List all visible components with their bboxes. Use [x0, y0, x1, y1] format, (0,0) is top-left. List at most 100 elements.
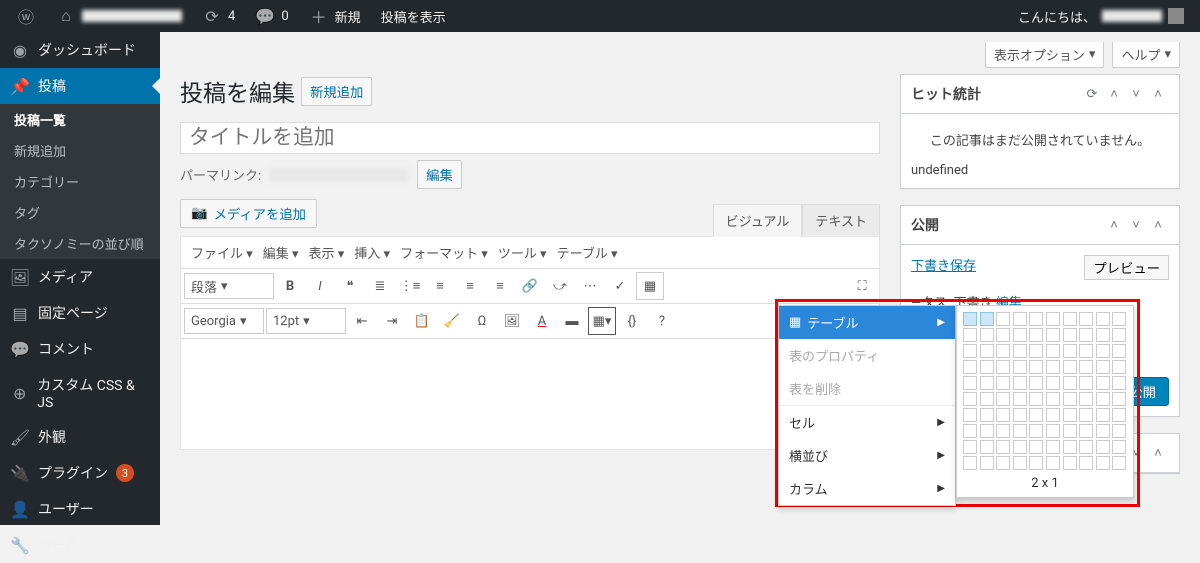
- sidebar-tags[interactable]: タグ: [0, 197, 160, 228]
- grid-cell[interactable]: [1046, 344, 1060, 358]
- grid-cell[interactable]: [1013, 328, 1027, 342]
- grid-cell[interactable]: [1046, 328, 1060, 342]
- grid-cell[interactable]: [1096, 440, 1110, 454]
- grid-cell[interactable]: [963, 392, 977, 406]
- grid-cell[interactable]: [1029, 440, 1043, 454]
- sidebar-comments[interactable]: 💬コメント: [0, 331, 160, 367]
- grid-cell[interactable]: [1079, 376, 1093, 390]
- menu-format[interactable]: フォーマット ▾: [396, 241, 492, 264]
- help-toggle[interactable]: ヘルプ▾: [1112, 42, 1180, 68]
- grid-cell[interactable]: [1063, 376, 1077, 390]
- grid-cell[interactable]: [1013, 424, 1027, 438]
- clear-format-button[interactable]: 🧹: [438, 307, 466, 335]
- sidebar-tools[interactable]: 🔧ツール: [0, 527, 160, 563]
- grid-cell[interactable]: [1079, 312, 1093, 326]
- grid-cell[interactable]: [1029, 392, 1043, 406]
- move-up-icon[interactable]: ˄: [1103, 214, 1125, 236]
- grid-cell[interactable]: [1063, 312, 1077, 326]
- sidebar-users[interactable]: 👤ユーザー: [0, 491, 160, 527]
- format-select[interactable]: 段落▾: [184, 273, 274, 299]
- add-media-button[interactable]: 📷メディアを追加: [180, 199, 317, 228]
- grid-cell[interactable]: [980, 456, 994, 470]
- grid-cell[interactable]: [1046, 360, 1060, 374]
- grid-cell[interactable]: [1063, 344, 1077, 358]
- menu-edit[interactable]: 編集 ▾: [259, 241, 303, 264]
- outdent-button[interactable]: ⇤: [348, 307, 376, 335]
- menu-table[interactable]: テーブル ▾: [553, 241, 622, 264]
- grid-cell[interactable]: [1079, 328, 1093, 342]
- grid-cell[interactable]: [1079, 408, 1093, 422]
- font-family-select[interactable]: Georgia▾: [184, 308, 264, 334]
- submenu-column[interactable]: カラム▶: [779, 472, 955, 505]
- grid-cell[interactable]: [1112, 344, 1126, 358]
- grid-cell[interactable]: [996, 424, 1010, 438]
- grid-cell[interactable]: [1063, 440, 1077, 454]
- grid-cell[interactable]: [996, 456, 1010, 470]
- preview-button[interactable]: プレビュー: [1084, 255, 1169, 280]
- sidebar-plugins[interactable]: 🔌プラグイン3: [0, 455, 160, 491]
- grid-cell[interactable]: [980, 312, 994, 326]
- grid-cell[interactable]: [980, 424, 994, 438]
- grid-cell[interactable]: [1046, 392, 1060, 406]
- grid-cell[interactable]: [1029, 328, 1043, 342]
- grid-cell[interactable]: [1013, 440, 1027, 454]
- move-up-icon[interactable]: ˄: [1103, 83, 1125, 105]
- grid-cell[interactable]: [963, 376, 977, 390]
- image-button[interactable]: 🖼: [498, 307, 526, 335]
- grid-cell[interactable]: [1013, 408, 1027, 422]
- grid-cell[interactable]: [980, 328, 994, 342]
- align-right-button[interactable]: ≡: [486, 272, 514, 300]
- tab-visual[interactable]: ビジュアル: [713, 204, 803, 237]
- help-button[interactable]: ?: [648, 307, 676, 335]
- grid-cell[interactable]: [1079, 392, 1093, 406]
- grid-cell[interactable]: [996, 344, 1010, 358]
- grid-cell[interactable]: [963, 360, 977, 374]
- italic-button[interactable]: I: [306, 272, 334, 300]
- grid-cell[interactable]: [980, 344, 994, 358]
- grid-cell[interactable]: [1112, 328, 1126, 342]
- sidebar-customcss[interactable]: ⊕カスタム CSS & JS: [0, 367, 160, 419]
- grid-cell[interactable]: [1046, 408, 1060, 422]
- grid-cell[interactable]: [1029, 424, 1043, 438]
- tab-text[interactable]: テキスト: [802, 204, 880, 237]
- grid-cell[interactable]: [1096, 376, 1110, 390]
- submenu-cell[interactable]: セル▶: [779, 406, 955, 439]
- grid-cell[interactable]: [1029, 360, 1043, 374]
- table-button[interactable]: ▦▾: [588, 307, 616, 335]
- grid-cell[interactable]: [1112, 408, 1126, 422]
- bold-button[interactable]: B: [276, 272, 304, 300]
- grid-cell[interactable]: [996, 440, 1010, 454]
- grid-cell[interactable]: [963, 344, 977, 358]
- comments-link[interactable]: 💬0: [247, 6, 296, 26]
- number-list-button[interactable]: ⋮≡: [396, 272, 424, 300]
- grid-cell[interactable]: [963, 424, 977, 438]
- updates[interactable]: ⟳4: [194, 6, 243, 26]
- bullet-list-button[interactable]: ≣: [366, 272, 394, 300]
- grid-cell[interactable]: [1096, 312, 1110, 326]
- fullscreen-button[interactable]: ⛶: [848, 272, 876, 300]
- grid-cell[interactable]: [1079, 344, 1093, 358]
- grid-cell[interactable]: [1063, 392, 1077, 406]
- sidebar-posts-new[interactable]: 新規追加: [0, 135, 160, 166]
- grid-cell[interactable]: [980, 376, 994, 390]
- grid-cell[interactable]: [1013, 312, 1027, 326]
- font-size-select[interactable]: 12pt▾: [266, 308, 346, 334]
- sidebar-dashboard[interactable]: ◉ダッシュボード: [0, 32, 160, 68]
- menu-file[interactable]: ファイル ▾: [187, 241, 257, 264]
- grid-cell[interactable]: [980, 440, 994, 454]
- grid-cell[interactable]: [980, 392, 994, 406]
- sidebar-categories[interactable]: カテゴリー: [0, 166, 160, 197]
- grid-cell[interactable]: [1112, 440, 1126, 454]
- grid-cell[interactable]: [1013, 456, 1027, 470]
- grid-cell[interactable]: [1112, 360, 1126, 374]
- grid-cell[interactable]: [963, 312, 977, 326]
- grid-cell[interactable]: [1063, 328, 1077, 342]
- grid-cell[interactable]: [1096, 392, 1110, 406]
- grid-cell[interactable]: [996, 360, 1010, 374]
- grid-cell[interactable]: [1096, 328, 1110, 342]
- align-left-button[interactable]: ≡: [426, 272, 454, 300]
- toolbar-toggle-button[interactable]: ▦: [636, 272, 664, 300]
- grid-cell[interactable]: [996, 392, 1010, 406]
- code-button[interactable]: {}: [618, 307, 646, 335]
- grid-cell[interactable]: [1063, 456, 1077, 470]
